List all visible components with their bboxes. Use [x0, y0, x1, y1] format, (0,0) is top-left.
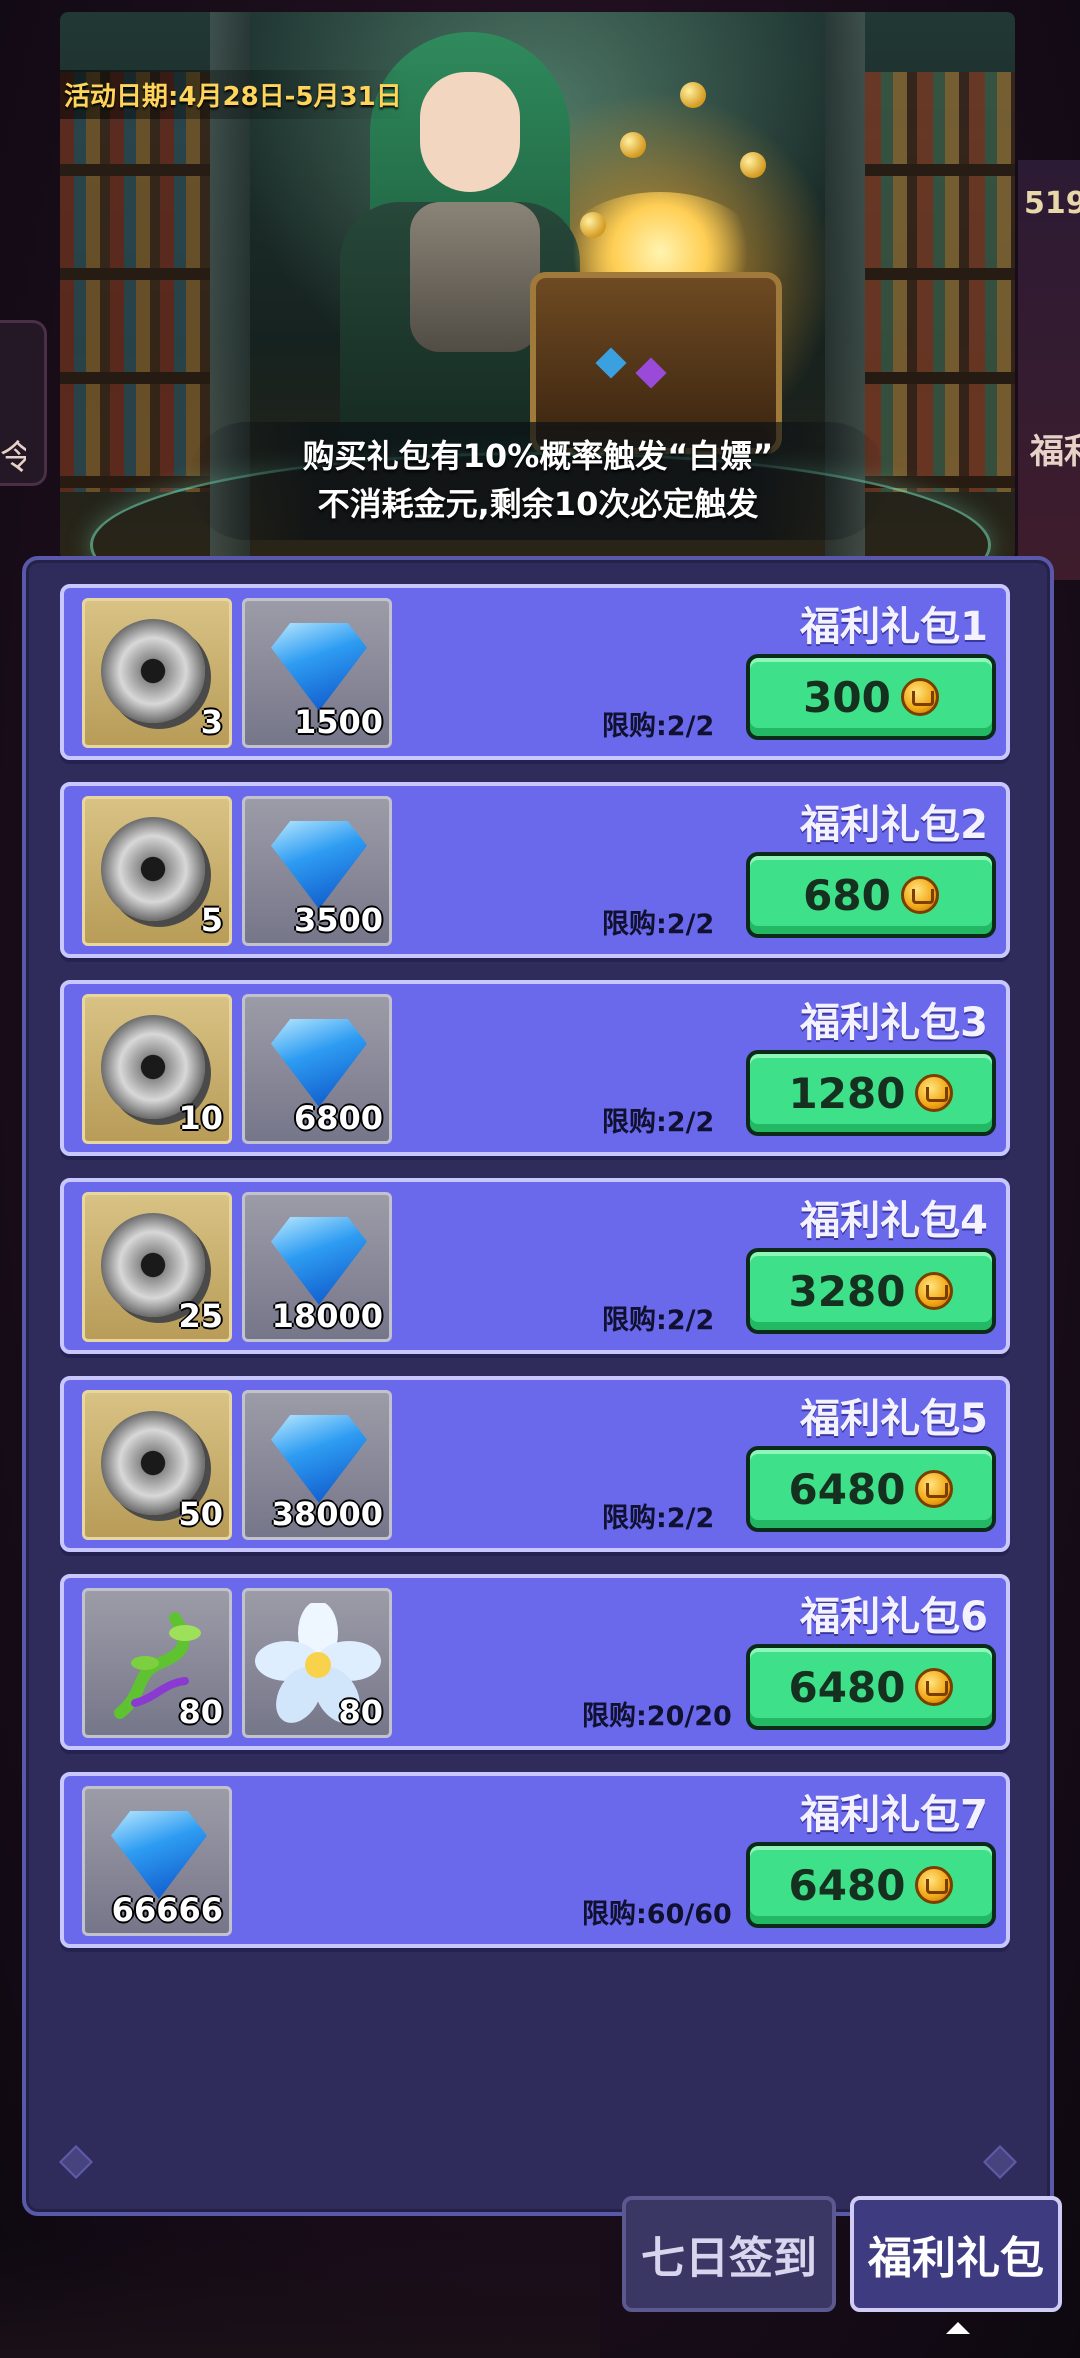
active-tab-indicator: [946, 2322, 970, 2334]
gold-ingot-icon: [915, 1074, 954, 1112]
item-slot[interactable]: 50: [82, 1390, 232, 1540]
price-label: 6480: [788, 1860, 906, 1910]
gold-ingot-icon: [915, 1668, 954, 1706]
item-quantity: 5: [200, 901, 223, 939]
blue-diamond-icon: [271, 1217, 367, 1305]
item-slot[interactable]: 80: [242, 1588, 392, 1738]
side-label-left: 令: [0, 438, 26, 478]
item-slot[interactable]: 5: [82, 796, 232, 946]
buy-button[interactable]: 6480: [746, 1842, 996, 1928]
gold-ingot-icon: [915, 1866, 954, 1904]
purchase-limit: 限购:2/2: [602, 711, 715, 742]
pack-card-5: 50 38000 福利礼包5 限购:2/2 6480: [60, 1376, 1010, 1552]
side-label-right: 福利: [1030, 432, 1080, 472]
item-quantity: 3: [200, 703, 223, 741]
coin-icon: [620, 132, 646, 158]
side-widget-right: [1018, 160, 1080, 580]
item-quantity: 80: [178, 1693, 223, 1731]
item-quantity: 10: [178, 1099, 223, 1137]
event-date: 活动日期:4月28日-5月31日: [60, 70, 412, 119]
item-quantity: 25: [178, 1297, 223, 1335]
pack-title: 福利礼包3: [800, 1000, 988, 1046]
purchase-limit: 限购:2/2: [602, 909, 715, 940]
pack-title: 福利礼包4: [800, 1198, 988, 1244]
price-label: 300: [803, 672, 891, 722]
pack-title: 福利礼包2: [800, 802, 988, 848]
item-slot[interactable]: 10: [82, 994, 232, 1144]
purchase-limit: 限购:20/20: [582, 1701, 732, 1732]
price-label: 1280: [788, 1068, 906, 1118]
buy-button[interactable]: 680: [746, 852, 996, 938]
buy-button[interactable]: 3280: [746, 1248, 996, 1334]
item-quantity: 6800: [293, 1099, 383, 1137]
buy-button[interactable]: 300: [746, 654, 996, 740]
pack-title: 福利礼包7: [800, 1792, 988, 1838]
pack-card-1: 3 1500 福利礼包1 限购:2/2 300: [60, 584, 1010, 760]
buy-button[interactable]: 6480: [746, 1644, 996, 1730]
tab-welfare-packs[interactable]: 福利礼包: [850, 2196, 1062, 2312]
event-banner: 活动日期:4月28日-5月31日 购买礼包有10%概率触发“白嫖” 不消耗金元,…: [60, 12, 1015, 560]
iron-ring-icon: [101, 619, 205, 723]
gold-ingot-icon: [915, 1272, 954, 1310]
price-label: 6480: [788, 1464, 906, 1514]
pack-card-6: 80 80 福利礼包6 限购:20/20 6480: [60, 1574, 1010, 1750]
item-quantity: 18000: [271, 1297, 383, 1335]
item-slot[interactable]: 80: [82, 1588, 232, 1738]
banner-caption: 购买礼包有10%概率触发“白嫖” 不消耗金元,剩余10次必定触发: [188, 422, 888, 540]
buy-button[interactable]: 1280: [746, 1050, 996, 1136]
price-label: 680: [803, 870, 891, 920]
purchase-limit: 限购:60/60: [582, 1899, 732, 1930]
price-label: 3280: [788, 1266, 906, 1316]
item-slot[interactable]: 3500: [242, 796, 392, 946]
item-slot[interactable]: 3: [82, 598, 232, 748]
gold-ingot-icon: [900, 678, 939, 716]
pack-card-2: 5 3500 福利礼包2 限购:2/2 680: [60, 782, 1010, 958]
caption-line-2: 不消耗金元,剩余10次必定触发: [317, 485, 759, 523]
item-slot[interactable]: 6800: [242, 994, 392, 1144]
bookshelf-right: [865, 72, 1015, 492]
bookshelf-left: [60, 72, 210, 492]
item-quantity: 66666: [111, 1891, 223, 1929]
side-number-right: 519: [1024, 186, 1080, 221]
item-quantity: 38000: [271, 1495, 383, 1533]
item-quantity: 80: [338, 1693, 383, 1731]
blue-diamond-icon: [271, 821, 367, 909]
pack-title: 福利礼包5: [800, 1396, 988, 1442]
pack-title: 福利礼包1: [800, 604, 988, 650]
blue-diamond-icon: [271, 1415, 367, 1503]
item-slot[interactable]: 18000: [242, 1192, 392, 1342]
purchase-limit: 限购:2/2: [602, 1503, 715, 1534]
pack-card-7: 66666 福利礼包7 限购:60/60 6480: [60, 1772, 1010, 1948]
iron-ring-icon: [101, 817, 205, 921]
caption-line-1: 购买礼包有10%概率触发“白嫖”: [302, 437, 774, 475]
blue-diamond-icon: [271, 623, 367, 711]
item-slot[interactable]: 38000: [242, 1390, 392, 1540]
pack-card-4: 25 18000 福利礼包4 限购:2/2 3280: [60, 1178, 1010, 1354]
purchase-limit: 限购:2/2: [602, 1305, 715, 1336]
coin-icon: [580, 212, 606, 238]
item-slot[interactable]: 1500: [242, 598, 392, 748]
coin-icon: [680, 82, 706, 108]
buy-button[interactable]: 6480: [746, 1446, 996, 1532]
item-quantity: 3500: [293, 901, 383, 939]
item-slot[interactable]: 66666: [82, 1786, 232, 1936]
pack-title: 福利礼包6: [800, 1594, 988, 1640]
coin-icon: [740, 152, 766, 178]
gold-ingot-icon: [900, 876, 939, 914]
purchase-limit: 限购:2/2: [602, 1107, 715, 1138]
blue-diamond-icon: [111, 1811, 207, 1899]
gold-ingot-icon: [915, 1470, 954, 1508]
background-bottom: [0, 2238, 600, 2358]
blue-diamond-icon: [271, 1019, 367, 1107]
corner-ornament: [983, 2145, 1017, 2179]
item-quantity: 1500: [293, 703, 383, 741]
item-quantity: 50: [178, 1495, 223, 1533]
item-slot[interactable]: 25: [82, 1192, 232, 1342]
tab-seven-day-signin[interactable]: 七日签到: [622, 2196, 836, 2312]
price-label: 6480: [788, 1662, 906, 1712]
corner-ornament: [59, 2145, 93, 2179]
pack-card-3: 10 6800 福利礼包3 限购:2/2 1280: [60, 980, 1010, 1156]
